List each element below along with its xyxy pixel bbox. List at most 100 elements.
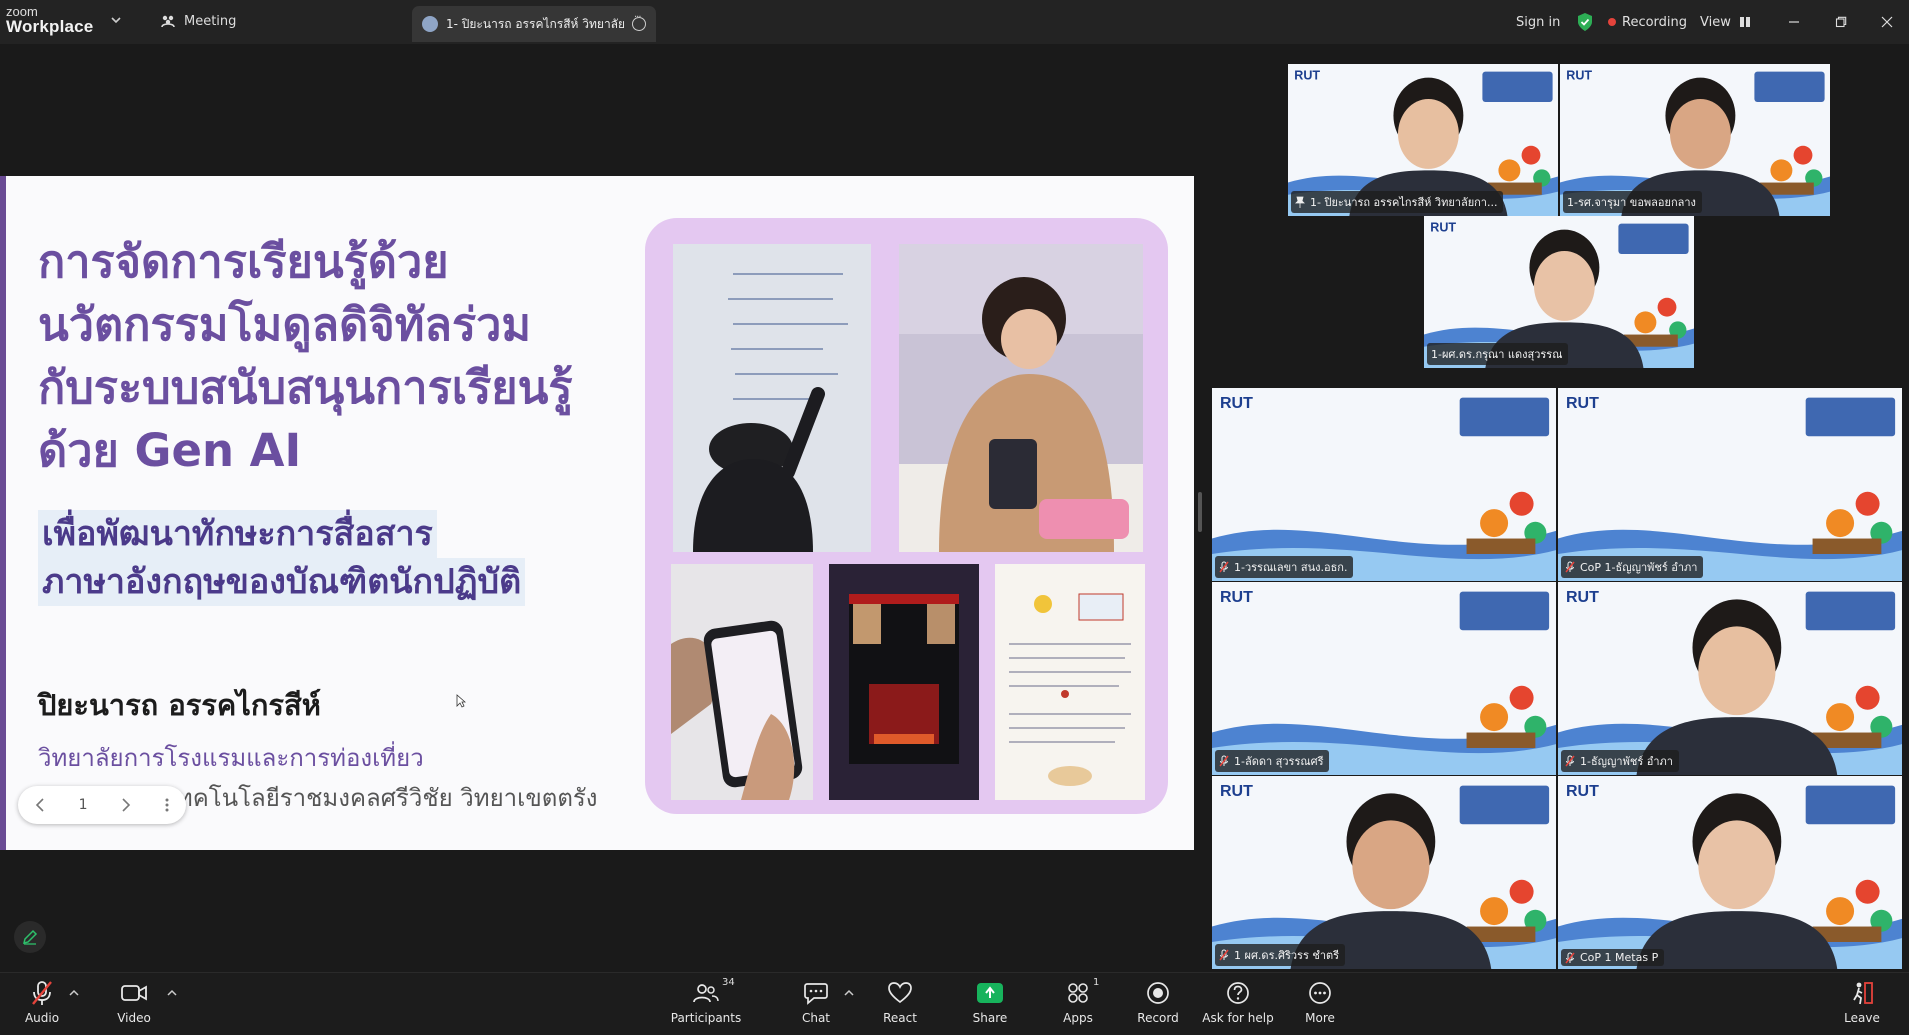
slide-author: ปิยะนารถ อรรคไกรสีห์: [38, 688, 321, 722]
mic-off-icon: [1565, 561, 1575, 573]
apps-icon: 1: [1065, 977, 1099, 1007]
slide-title-line: นวัตกรรมโมดูลดิจิทัลร่วม: [38, 298, 532, 351]
previous-slide-icon[interactable]: [35, 798, 45, 812]
meeting-tab-button[interactable]: Meeting: [160, 13, 236, 29]
share-label: Share: [972, 1011, 1008, 1025]
record-button[interactable]: Record: [1120, 979, 1196, 1025]
active-share-tab[interactable]: 1- ปิยะนารถ อรรคไกรสีห์ วิทยาลัยการโร: [412, 6, 656, 42]
participant-video-tile[interactable]: RUT CoP 1-ธัญญาพัชร์ อำภา: [1558, 388, 1902, 581]
participants-icon: 34: [692, 977, 735, 1007]
participant-name-label: CoP 1-ธัญญาพัชร์ อำภา: [1561, 556, 1704, 578]
meeting-toolbar: Audio Video 34 Participants Chat React S…: [0, 972, 1909, 1035]
more-icon: [1307, 979, 1333, 1007]
ask-for-help-button[interactable]: Ask for help: [1200, 979, 1276, 1025]
mouse-cursor-icon: [456, 694, 466, 708]
record-icon: [1145, 979, 1171, 1007]
apps-label: Apps: [1063, 1011, 1093, 1025]
participant-name: 1-วรรณเลขา สนง.อธก.: [1234, 561, 1348, 574]
mic-off-icon: [29, 979, 55, 1007]
apps-count: 1: [1093, 977, 1100, 988]
participant-name-label: 1-วรรณเลขา สนง.อธก.: [1215, 556, 1354, 578]
meeting-label: Meeting: [184, 13, 237, 29]
next-slide-icon[interactable]: [121, 798, 131, 812]
active-tab-label: 1- ปิยะนารถ อรรคไกรสีห์ วิทยาลัยการโร: [446, 16, 624, 31]
more-button[interactable]: More: [1282, 979, 1358, 1025]
shared-screen-slide: การจัดการเรียนรู้ด้วย นวัตกรรมโมดูลดิจิท…: [0, 176, 1194, 850]
audio-options-chevron-icon[interactable]: [69, 989, 79, 997]
react-button[interactable]: React: [862, 979, 938, 1025]
help-icon: [1225, 979, 1251, 1007]
annotate-pen-icon[interactable]: [14, 921, 46, 953]
chat-bubble-icon: [803, 979, 829, 1007]
apps-button[interactable]: 1 Apps: [1040, 977, 1116, 1025]
video-button[interactable]: Video: [96, 979, 172, 1025]
participant-video-tile[interactable]: RUT 1-วรรณเลขา สนง.อธก.: [1212, 388, 1556, 581]
photo-phone-screen: [671, 564, 813, 800]
recording-indicator[interactable]: Recording: [1608, 0, 1687, 44]
leave-button[interactable]: Leave: [1824, 979, 1900, 1025]
participant-video-tile[interactable]: RUT CoP 1 Metas P: [1558, 776, 1902, 969]
participant-video-tile[interactable]: RUT 1-ธัญญาพัชร์ อำภา: [1558, 582, 1902, 775]
mic-off-icon: [1219, 561, 1229, 573]
participant-person: [1290, 793, 1492, 969]
photo-whiteboard: [673, 244, 871, 552]
pin-icon: [1295, 196, 1305, 208]
slide-accent-bar: [0, 176, 6, 850]
slide-subtitle: เพื่อพัฒนาทักษะการสื่อสาร ภาษาอังกฤษของบ…: [38, 510, 526, 606]
participant-name: 1-ธัญญาพัชร์ อำภา: [1580, 755, 1673, 768]
participant-name-label: 1 ผศ.ดร.ศิริวรร ชำตรี: [1215, 944, 1346, 966]
mic-off-icon: [1565, 755, 1575, 767]
leave-icon: [1849, 979, 1875, 1007]
recording-label: Recording: [1622, 14, 1688, 30]
view-label: View: [1700, 14, 1731, 30]
participant-name: 1-ผศ.ดร.กรุณา แดงสุวรรณ: [1431, 348, 1563, 361]
slide-affiliation-college: วิทยาลัยการโรงแรมและการท่องเที่ยว: [38, 744, 424, 772]
view-button[interactable]: View: [1700, 0, 1751, 44]
photo-student-phone: [899, 244, 1143, 552]
recording-dot-icon: [1608, 18, 1616, 26]
video-options-chevron-icon[interactable]: [167, 989, 177, 997]
audio-button[interactable]: Audio: [4, 979, 80, 1025]
zoom-workplace-logo[interactable]: zoom Workplace: [6, 5, 93, 35]
more-label: More: [1305, 1011, 1335, 1025]
close-icon[interactable]: [1865, 0, 1909, 44]
participant-name: CoP 1 Metas P: [1580, 951, 1659, 964]
shield-icon[interactable]: [1576, 0, 1594, 44]
participant-video-tile[interactable]: RUT 1 ผศ.ดร.ศิริวรร ชำตรี: [1212, 776, 1556, 969]
chevron-down-icon[interactable]: [110, 14, 122, 26]
mic-off-icon: [1219, 755, 1229, 767]
share-button[interactable]: Share: [952, 979, 1028, 1025]
slide-title-line: กับระบบสนับสนุนการเรียนรู้: [38, 361, 573, 414]
slide-title: การจัดการเรียนรู้ด้วย นวัตกรรมโมดูลดิจิท…: [38, 230, 658, 482]
mic-off-icon: [1219, 949, 1229, 961]
sign-in-button[interactable]: Sign in: [1516, 0, 1560, 44]
photo-craft-project: [829, 564, 979, 800]
restore-icon[interactable]: [1819, 0, 1863, 44]
participant-name: CoP 1-ธัญญาพัชร์ อำภา: [1580, 561, 1698, 574]
slide-subtitle-line: ภาษาอังกฤษของบัณฑิตนักปฏิบัติ: [38, 558, 526, 606]
participant-name-label: 1-รศ.จารุมา ขอพลอยกลาง: [1563, 191, 1702, 213]
slide-more-icon[interactable]: [165, 798, 169, 812]
slide-title-line: ด้วย Gen AI: [38, 424, 302, 477]
chat-button[interactable]: Chat: [778, 979, 854, 1025]
participant-video-tile[interactable]: RUT 1-ลัดดา สุวรรณศรี: [1212, 582, 1556, 775]
heart-icon: [887, 979, 913, 1007]
slide-subtitle-line: เพื่อพัฒนาทักษะการสื่อสาร: [38, 510, 437, 558]
participants-button[interactable]: 34 Participants: [668, 977, 744, 1025]
chat-label: Chat: [801, 1011, 831, 1025]
more-options-icon[interactable]: [632, 12, 646, 31]
chat-options-chevron-icon[interactable]: [844, 989, 854, 997]
svg-text:RUT: RUT: [1566, 395, 1599, 412]
react-label: React: [883, 1011, 917, 1025]
panel-resize-handle[interactable]: [1198, 492, 1202, 532]
participant-name: 1- ปิยะนารถ อรรคไกรสีห์ วิทยาลัยกา...: [1310, 196, 1498, 209]
participant-video-tile[interactable]: RUT 1-รศ.จารุมา ขอพลอยกลาง: [1560, 64, 1830, 216]
share-screen-icon: [977, 979, 1003, 1007]
ask-for-help-label: Ask for help: [1202, 1011, 1274, 1025]
brand-line2: Workplace: [6, 17, 94, 36]
minimize-icon[interactable]: [1772, 0, 1816, 44]
participant-video-tile[interactable]: RUT 1- ปิยะนารถ อรรคไกรสีห์ วิทยาลัยกา...: [1288, 64, 1558, 216]
participant-video-tile[interactable]: RUT 1-ผศ.ดร.กรุณา แดงสุวรรณ: [1424, 216, 1694, 368]
avatar: [422, 16, 438, 32]
virtual-background-image: RUT: [1558, 388, 1902, 581]
